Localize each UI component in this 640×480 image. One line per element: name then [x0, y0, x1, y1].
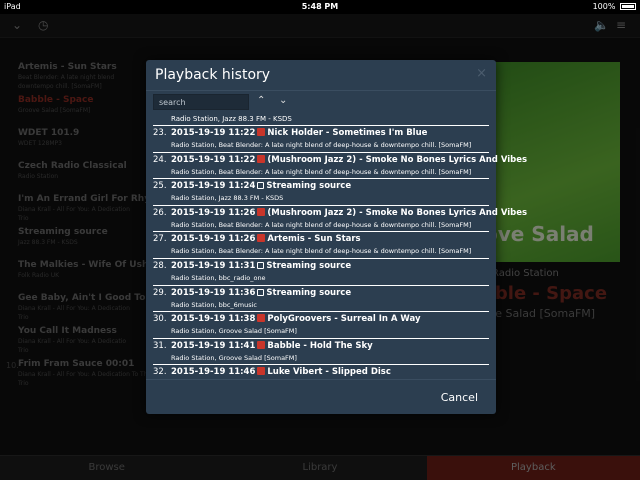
history-entry-number: 31. — [153, 340, 167, 351]
history-entry-date: 2015-19-19 11:26 — [171, 234, 256, 245]
history-entry-title: 31. 2015-19-19 11:41 Babble - Hold The Sky — [153, 340, 373, 351]
history-entry-track: Streaming source — [266, 287, 352, 298]
history-entry[interactable]: 29. 2015-19-19 11:36 Streaming source Radio… — [153, 284, 489, 312]
status-time: 5:48 PM — [301, 2, 339, 11]
history-entry-track: Artemis - Sun Stars — [267, 234, 361, 245]
history-entry-number: 28. — [153, 260, 167, 271]
history-entry-date: 2015-19-19 11:26 — [171, 207, 256, 218]
history-entry[interactable]: 24. 2015-19-19 11:22 (Mushroom Jazz 2) - S… — [153, 151, 527, 179]
history-entry-track: Nick Holder - Sometimes I'm Blue — [267, 128, 428, 138]
history-entry[interactable]: 25. 2015-19-19 11:24 Streaming source Radio… — [153, 178, 489, 205]
history-entry-number: 30. — [153, 314, 167, 325]
external-link-icon — [257, 182, 265, 190]
history-entry-number: 25. — [153, 181, 167, 192]
history-entry-track: (Mushroom Jazz 2) - Smoke No Bones Lyric… — [267, 207, 528, 218]
history-entry-track: Luke Vibert - Slipped Disc — [267, 367, 391, 378]
history-entry[interactable]: 28. 2015-19-19 11:31 Streaming source Radio… — [153, 257, 489, 285]
history-entry[interactable]: 27. 2015-19-19 11:26 Artemis - Sun Stars Ra… — [153, 231, 489, 258]
history-entry-sub: Radio Station, Beat Blender: A late nigh… — [171, 167, 472, 176]
history-entry[interactable]: 26. 2015-19-19 11:26 (Mushroom Jazz 2) - S… — [153, 204, 527, 232]
history-entry-date: 2015-19-19 11:31 — [171, 260, 256, 271]
history-entry-title: 26. 2015-19-19 11:26 (Mushroom Jazz 2) - S… — [153, 207, 528, 218]
history-entry-title: 24. 2015-19-19 11:22 (Mushroom Jazz 2) - S… — [153, 154, 528, 165]
history-entry-track: (Mushroom Jazz 2) - Smoke No Bones Lyric… — [267, 154, 528, 165]
search-input[interactable] — [153, 94, 249, 110]
dialog-header: Playback history × — [146, 60, 496, 91]
battery-indicator: 100% — [593, 2, 636, 11]
history-entry-sub: Radio Station, Groove Salad [SomaFM] — [171, 353, 297, 362]
history-entry-number: 26. — [153, 207, 167, 218]
history-entry[interactable]: 31. 2015-19-19 11:41 Babble - Hold The Sky… — [153, 337, 489, 365]
history-entry-sub: Radio Station, bbc_radio_one — [171, 273, 266, 282]
history-entry-title: 27. 2015-19-19 11:26 Artemis - Sun Stars — [153, 234, 361, 244]
battery-percent: 100% — [592, 2, 616, 11]
track-icon — [257, 128, 266, 136]
history-entry-track: PolyGroovers - Surreal In A Way — [267, 314, 421, 325]
history-entry-number: 27. — [153, 234, 167, 245]
history-entry-sub: Radio Station, Jazz 88.3 FM - KSDS — [171, 194, 284, 203]
history-entry-sub: Radio Station, Beat Blender: A late nigh… — [171, 220, 472, 229]
external-link-icon — [257, 288, 265, 296]
history-entry-track: Streaming source — [266, 260, 352, 271]
track-icon — [257, 234, 266, 243]
history-entry-title: 29. 2015-19-19 11:36 Streaming source — [153, 288, 351, 298]
history-entry[interactable]: 23. 2015-19-19 11:22 Nick Holder - Sometim… — [153, 125, 489, 152]
history-entry-date: 2015-19-19 11:46 — [171, 367, 256, 378]
external-link-icon — [257, 261, 265, 269]
track-icon — [257, 207, 266, 216]
history-entry-title: 25. 2015-19-19 11:24 Streaming source — [153, 181, 351, 191]
history-entry-date: 2015-19-19 11:41 — [171, 340, 256, 351]
history-entry-sub: Radio Station, Beat Blender: A late nigh… — [171, 141, 472, 149]
history-entry[interactable]: 30. 2015-19-19 11:38 PolyGroovers - Surrea… — [153, 311, 489, 338]
history-entry-number: 24. — [153, 154, 167, 165]
track-icon — [257, 340, 266, 349]
close-icon[interactable]: × — [476, 66, 487, 81]
track-icon — [257, 367, 266, 376]
scroll-bottom-icon[interactable]: ⌄ — [279, 95, 287, 106]
history-entry-date: 2015-19-19 11:38 — [171, 314, 256, 325]
ios-status-bar: iPad 5:48 PM 100% — [0, 0, 640, 14]
history-entry-title: 30. 2015-19-19 11:38 PolyGroovers - Surrea… — [153, 314, 421, 324]
dialog-title: Playback history — [155, 67, 271, 83]
history-list: 23. 2015-19-19 11:22 Nick Holder - Sometim… — [153, 125, 527, 391]
battery-icon — [620, 3, 636, 10]
history-entry-sub: Radio Station, bbc_6music — [171, 300, 258, 309]
history-entry-date: 2015-19-19 11:36 — [171, 287, 256, 298]
history-entry-date: 2015-19-19 11:24 — [171, 181, 256, 192]
track-icon — [257, 314, 266, 323]
history-entry-number: 23. — [153, 128, 167, 138]
cancel-button[interactable]: Cancel — [441, 391, 478, 404]
history-entry-title: 32. 2015-19-19 11:46 Luke Vibert - Slipped… — [153, 367, 391, 377]
history-entry-date: 2015-19-19 11:22 — [171, 154, 256, 165]
history-entry-sub: Radio Station, Groove Salad [SomaFM] — [171, 327, 297, 336]
history-entry-number: 29. — [153, 287, 167, 298]
history-entry-title: 23. 2015-19-19 11:22 Nick Holder - Sometim… — [153, 128, 427, 138]
history-entry-sub: Radio Station, Beat Blender: A late nigh… — [171, 247, 472, 256]
scroll-top-icon[interactable]: ⌃ — [257, 95, 265, 106]
entry-sub: Radio Station, Jazz 88.3 FM - KSDS — [171, 115, 292, 123]
history-entry-title: 28. 2015-19-19 11:31 Streaming source — [153, 261, 351, 271]
history-entry-track: Streaming source — [266, 181, 352, 192]
track-icon — [257, 154, 266, 163]
history-entry[interactable]: 32. 2015-19-19 11:46 Luke Vibert - Slipped… — [153, 364, 489, 391]
history-toolbar: ⌃ ⌄ — [153, 94, 489, 110]
history-entry-date: 2015-19-19 11:22 — [171, 128, 256, 138]
history-entry-track: Babble - Hold The Sky — [267, 340, 373, 351]
history-entry-number: 32. — [153, 367, 167, 378]
